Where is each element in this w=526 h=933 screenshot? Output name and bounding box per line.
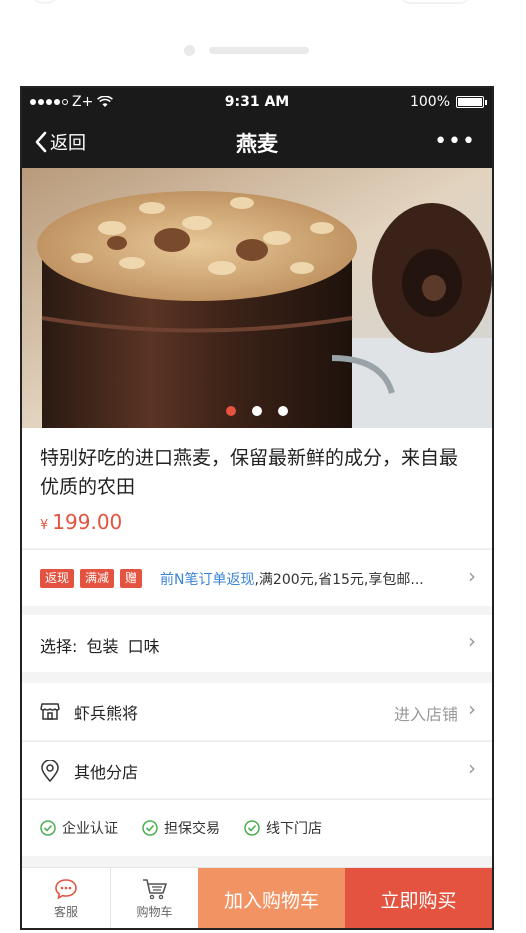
shopping-cart-icon xyxy=(142,879,167,900)
buy-now-button[interactable]: 立即购买 xyxy=(345,868,492,928)
phone-screen: Z+ 9:31 AM 100% 返回 燕麦 ••• 特别好吃的进口燕麦，保留最新… xyxy=(20,86,494,930)
check-circle-icon xyxy=(244,820,260,836)
option-selector-row[interactable]: 选择: 包装 口味 › xyxy=(22,615,492,672)
bottom-action-bar: 客服 购物车 加入购物车 立即购买 xyxy=(22,867,492,928)
battery-percent: 100% xyxy=(409,94,450,110)
promotion-tags: 返现 满减 赠 xyxy=(40,569,143,588)
option-selector-label: 选择: 包装 口味 xyxy=(40,637,160,656)
cart-button[interactable]: 购物车 xyxy=(110,868,198,928)
promotion-text: 前N笔订单返现,满200元,省15元,享包邮... xyxy=(160,569,424,589)
carousel-dot[interactable] xyxy=(226,406,236,416)
chat-bubble-icon xyxy=(55,879,77,900)
other-branches-row[interactable]: 其他分店 › xyxy=(22,741,492,798)
navigation-bar: 返回 燕麦 ••• xyxy=(22,116,492,168)
customer-service-label: 客服 xyxy=(53,905,78,919)
badge-label: 担保交易 xyxy=(164,821,220,837)
store-icon xyxy=(40,703,60,720)
store-name: 虾兵熊将 xyxy=(74,704,139,723)
carousel-dot[interactable] xyxy=(278,406,288,416)
device-speaker xyxy=(209,47,309,54)
chevron-right-icon: › xyxy=(468,629,476,653)
device-edge-decoration xyxy=(30,0,60,4)
enter-store-link[interactable]: 进入店铺 xyxy=(394,701,458,725)
badge-offline-store: 线下门店 xyxy=(244,818,322,838)
badge-label: 企业认证 xyxy=(62,821,118,837)
device-camera xyxy=(184,45,195,56)
check-circle-icon xyxy=(40,820,56,836)
product-image xyxy=(22,168,492,428)
promo-tag-gift: 赠 xyxy=(120,569,143,588)
product-price: ¥199.00 xyxy=(40,510,122,534)
page-title: 燕麦 xyxy=(236,132,278,156)
product-info: 特别好吃的进口燕麦，保留最新鲜的成分，来自最优质的农田 ¥199.00 xyxy=(22,428,492,548)
product-title: 特别好吃的进口燕麦，保留最新鲜的成分，来自最优质的农田 xyxy=(40,447,459,498)
cart-label: 购物车 xyxy=(136,905,173,919)
badge-secured-transaction: 担保交易 xyxy=(142,818,220,838)
guarantee-badges: 企业认证 担保交易 线下门店 xyxy=(22,799,492,856)
device-edge-decoration xyxy=(400,0,470,4)
location-pin-icon xyxy=(41,760,59,782)
promotion-link[interactable]: 前N笔订单返现 xyxy=(160,572,254,588)
more-button[interactable]: ••• xyxy=(434,129,476,154)
battery-status: 100% xyxy=(409,94,487,110)
product-image-carousel[interactable] xyxy=(22,168,492,428)
battery-icon xyxy=(456,96,487,108)
add-to-cart-button[interactable]: 加入购物车 xyxy=(198,868,345,928)
status-bar: Z+ 9:31 AM 100% xyxy=(22,88,492,116)
carousel-indicators xyxy=(22,406,492,416)
badge-label: 线下门店 xyxy=(266,821,322,837)
chevron-right-icon: › xyxy=(468,564,476,588)
store-row[interactable]: 虾兵熊将 进入店铺 › xyxy=(22,683,492,740)
price-value: 199.00 xyxy=(52,510,123,534)
customer-service-button[interactable]: 客服 xyxy=(22,868,110,928)
check-circle-icon xyxy=(142,820,158,836)
promotion-details: ,满200元,省15元,享包邮... xyxy=(254,572,424,588)
currency-symbol: ¥ xyxy=(40,518,49,533)
promotion-row[interactable]: 返现 满减 赠 前N笔订单返现,满200元,省15元,享包邮... › xyxy=(22,549,492,606)
chevron-right-icon: › xyxy=(468,697,476,721)
chevron-right-icon: › xyxy=(468,756,476,780)
badge-enterprise-verified: 企业认证 xyxy=(40,818,118,838)
other-branches-label: 其他分店 xyxy=(74,763,139,782)
carousel-dot[interactable] xyxy=(252,406,262,416)
promo-tag-cashback: 返现 xyxy=(40,569,75,588)
promo-tag-discount: 满减 xyxy=(80,569,115,588)
